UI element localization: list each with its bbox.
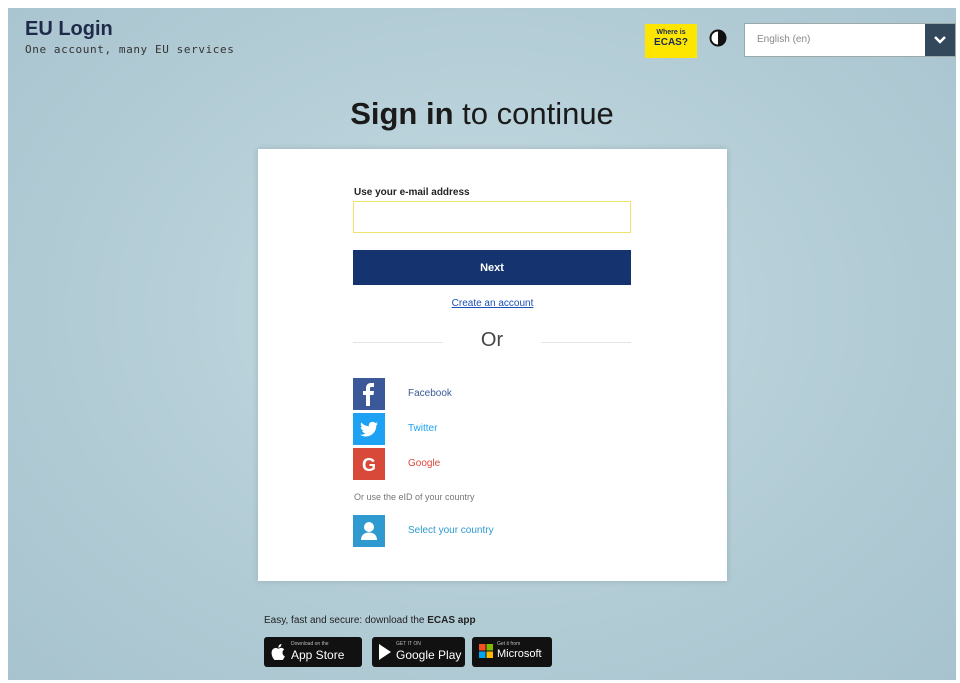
google-play-button[interactable]: GET IT ON Google Play	[372, 637, 465, 667]
microsoft-store-button[interactable]: Get it from Microsoft	[472, 637, 552, 667]
email-label: Use your e-mail address	[354, 187, 470, 198]
user-icon	[353, 515, 385, 547]
facebook-label: Facebook	[408, 388, 452, 399]
next-button[interactable]: Next	[353, 250, 631, 285]
ecas-badge-small-text: Where is	[656, 29, 686, 36]
google-icon: G	[353, 448, 385, 480]
chevron-down-icon[interactable]	[925, 24, 955, 56]
app-title: EU Login	[25, 18, 113, 40]
google-play-small-text: GET IT ON	[396, 641, 421, 647]
page-title: Sign in to continue	[8, 96, 956, 132]
ecas-badge-text: ECAS?	[654, 37, 688, 48]
page-title-bold: Sign in	[350, 96, 454, 131]
create-account-link[interactable]: Create an account	[258, 298, 727, 309]
where-is-ecas-button[interactable]: Where is ECAS?	[645, 24, 697, 58]
app-store-button[interactable]: Download on the App Store	[264, 637, 362, 667]
header: EU Login One account, many EU services W…	[8, 8, 956, 70]
language-select[interactable]: English (en)	[744, 23, 956, 57]
apple-icon	[271, 644, 285, 665]
twitter-label: Twitter	[408, 423, 438, 434]
app-subtitle: One account, many EU services	[25, 43, 235, 56]
page-background: EU Login One account, many EU services W…	[8, 8, 956, 680]
page-title-rest: to continue	[453, 96, 614, 131]
facebook-icon	[353, 378, 385, 410]
language-select-value: English (en)	[757, 34, 811, 45]
play-icon	[379, 644, 391, 665]
login-card: Use your e-mail address Next Create an a…	[258, 149, 727, 581]
or-divider: Or	[353, 327, 631, 357]
select-country-label: Select your country	[408, 525, 494, 536]
microsoft-label: Microsoft	[497, 648, 542, 660]
twitter-icon	[353, 413, 385, 445]
download-text-prefix: Easy, fast and secure: download the	[264, 615, 428, 626]
email-field[interactable]	[353, 201, 631, 233]
windows-icon	[479, 644, 493, 663]
app-store-small-text: Download on the	[291, 641, 329, 647]
google-label: Google	[408, 458, 441, 469]
eid-text: Or use the eID of your country	[354, 492, 475, 502]
google-play-label: Google Play	[396, 648, 462, 662]
download-app-name: ECAS app	[427, 615, 476, 626]
or-label: Or	[480, 329, 504, 351]
microsoft-small-text: Get it from	[497, 641, 521, 647]
svg-text:G: G	[362, 455, 376, 475]
download-text: Easy, fast and secure: download the ECAS…	[264, 615, 476, 626]
contrast-toggle-icon[interactable]	[708, 28, 728, 48]
app-store-label: App Store	[291, 648, 345, 662]
